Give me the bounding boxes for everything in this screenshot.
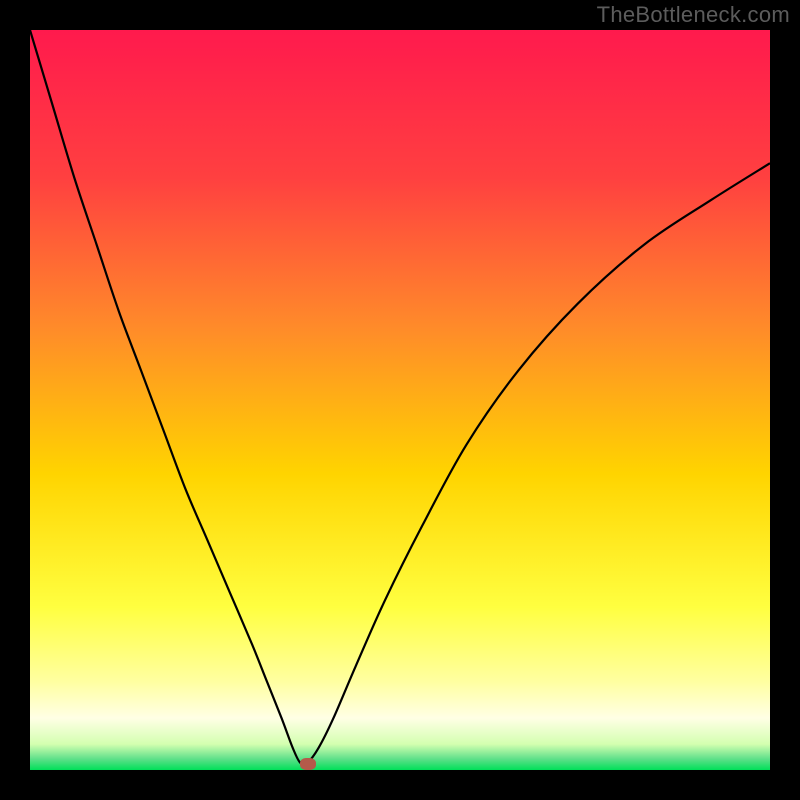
gradient-background bbox=[30, 30, 770, 770]
chart-frame: TheBottleneck.com bbox=[0, 0, 800, 800]
chart-svg bbox=[30, 30, 770, 770]
plot-area bbox=[30, 30, 770, 770]
watermark-text: TheBottleneck.com bbox=[597, 2, 790, 28]
optimum-marker bbox=[300, 758, 316, 770]
